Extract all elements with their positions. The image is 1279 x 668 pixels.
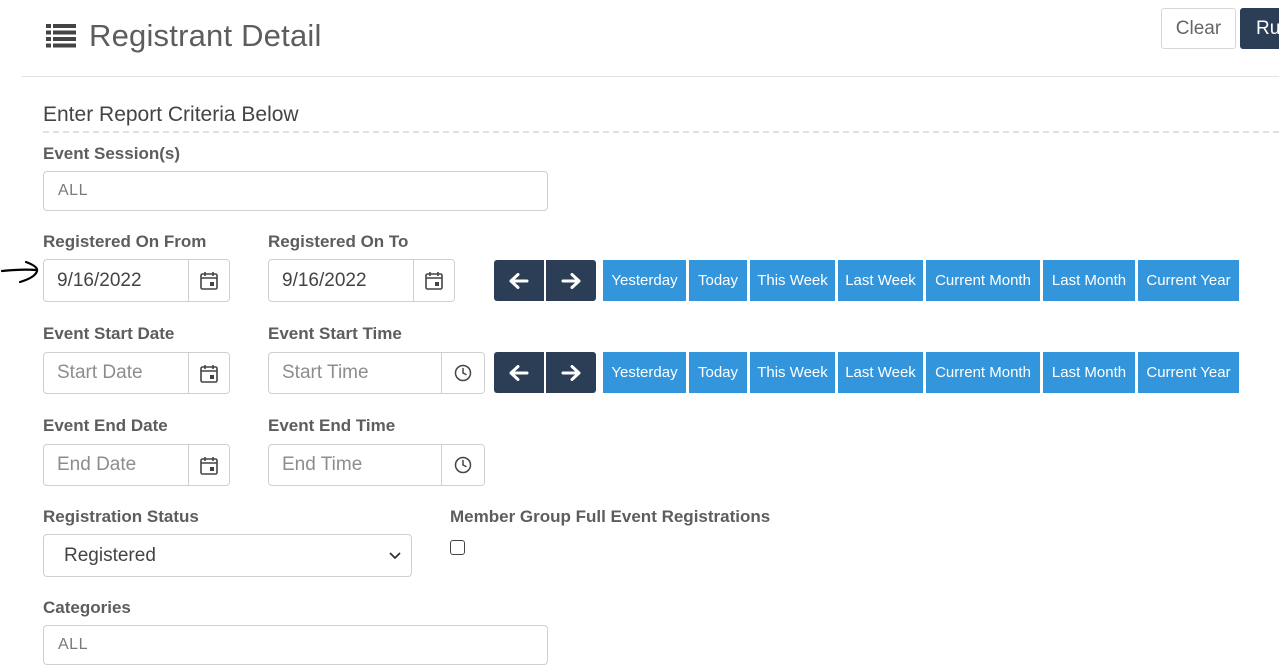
calendar-icon [200,364,218,383]
event-start-next-button[interactable] [546,352,596,393]
registration-status-value: Registered [64,544,156,566]
registered-last-week-button[interactable]: Last Week [838,260,923,301]
arrow-left-icon [509,272,529,289]
event-start-time-label: Event Start Time [268,324,402,343]
event-start-date-label: Event Start Date [43,324,175,343]
calendar-icon [425,272,443,290]
page-title: Registrant Detail [89,18,322,53]
event-start-date-calendar-button[interactable] [188,353,229,393]
event-sessions-label: Event Session(s) [43,144,180,163]
run-button[interactable]: Ru [1240,8,1279,49]
registered-to-input[interactable]: 9/16/2022 [269,260,413,301]
chevron-down-icon [389,552,401,559]
event-start-today-button[interactable]: Today [689,352,747,393]
registered-current-year-button[interactable]: Current Year [1138,260,1239,301]
header-divider [22,76,1279,77]
event-start-time-input[interactable]: Start Time [269,353,441,393]
event-start-date-input[interactable]: Start Date [44,353,188,393]
event-start-date-field: Start Date [43,352,230,394]
registered-to-field: 9/16/2022 [268,259,455,302]
section-divider [43,131,1279,133]
event-end-time-field: End Time [268,444,485,486]
event-end-date-calendar-button[interactable] [188,445,229,485]
list-icon [46,24,76,48]
registered-today-button[interactable]: Today [689,260,747,301]
hand-drawn-arrow [0,260,39,284]
registered-to-label: Registered On To [268,232,409,251]
clock-icon [454,364,472,382]
registered-to-calendar-button[interactable] [413,260,454,301]
event-sessions-input[interactable]: ALL [43,171,548,211]
arrow-right-icon [561,364,581,381]
categories-input[interactable]: ALL [43,625,548,665]
registered-from-field: 9/16/2022 [43,259,230,302]
calendar-icon [200,456,218,475]
registered-last-month-button[interactable]: Last Month [1043,260,1135,301]
event-end-date-field: End Date [43,444,230,486]
event-end-date-label: Event End Date [43,416,168,435]
registered-next-button[interactable] [546,260,596,301]
registered-from-input[interactable]: 9/16/2022 [44,260,188,301]
event-start-last-week-button[interactable]: Last Week [838,352,923,393]
registered-yesterday-button[interactable]: Yesterday [603,260,686,301]
registered-prev-button[interactable] [494,260,544,301]
event-start-last-month-button[interactable]: Last Month [1043,352,1135,393]
arrow-right-icon [561,272,581,289]
event-end-time-input[interactable]: End Time [269,445,441,485]
event-end-time-clock-button[interactable] [441,445,484,485]
registered-from-label: Registered On From [43,232,207,251]
registered-this-week-button[interactable]: This Week [750,260,835,301]
registration-status-label: Registration Status [43,507,199,526]
member-group-checkbox[interactable] [450,540,465,555]
event-start-yesterday-button[interactable]: Yesterday [603,352,686,393]
event-start-prev-button[interactable] [494,352,544,393]
calendar-icon [200,272,218,290]
section-title: Enter Report Criteria Below [43,103,299,126]
categories-label: Categories [43,598,131,617]
event-start-current-year-button[interactable]: Current Year [1138,352,1239,393]
event-start-time-clock-button[interactable] [441,353,484,393]
clear-button[interactable]: Clear [1161,8,1236,49]
event-start-this-week-button[interactable]: This Week [750,352,835,393]
registration-status-select[interactable]: Registered [43,534,412,577]
event-start-time-field: Start Time [268,352,485,394]
arrow-left-icon [509,364,529,381]
clock-icon [454,456,472,474]
registered-from-calendar-button[interactable] [188,260,229,301]
member-group-label: Member Group Full Event Registrations [450,507,771,526]
event-end-time-label: Event End Time [268,416,396,435]
registered-current-month-button[interactable]: Current Month [926,260,1040,301]
event-start-current-month-button[interactable]: Current Month [926,352,1040,393]
event-end-date-input[interactable]: End Date [44,445,188,485]
